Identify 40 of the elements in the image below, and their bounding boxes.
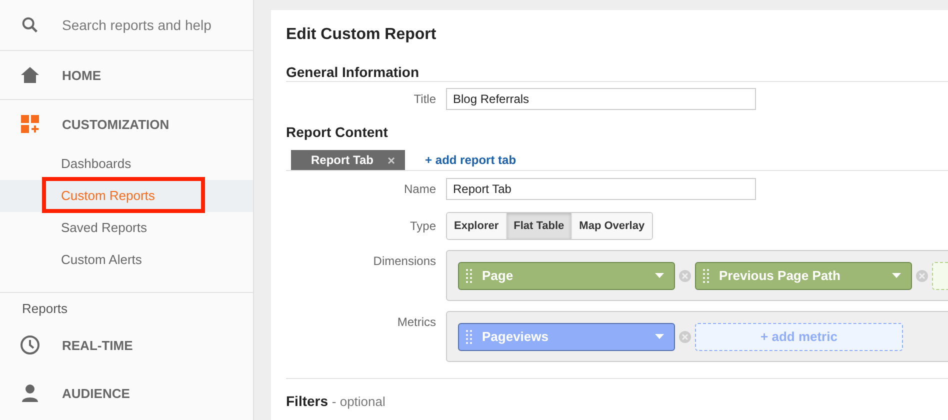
field-label: Type <box>408 219 436 233</box>
search-field[interactable]: Search reports and help <box>62 17 232 33</box>
remove-icon[interactable] <box>679 330 691 342</box>
drag-handle-icon[interactable] <box>466 330 472 344</box>
section-heading: Report Content <box>286 123 389 142</box>
field-label: Metrics <box>396 314 436 329</box>
add-tab-link[interactable]: + add report tab <box>425 153 516 170</box>
person-icon <box>20 383 40 403</box>
clock-icon <box>20 335 40 355</box>
caret-icon[interactable] <box>655 334 664 339</box>
home-icon <box>20 66 40 84</box>
section-heading: General Information <box>286 63 420 81</box>
sidebar-item[interactable]: Custom Alerts <box>0 244 253 276</box>
nav-item[interactable]: HOME <box>62 68 101 82</box>
remove-icon[interactable] <box>679 270 691 282</box>
type-button[interactable]: Map Overlay <box>572 213 652 239</box>
optional-note: - optional <box>332 394 386 409</box>
sidebar-item[interactable]: Dashboards <box>0 148 253 180</box>
section-heading: Filters <box>286 393 328 409</box>
caret-icon[interactable] <box>655 273 664 278</box>
nav-item[interactable]: CUSTOMIZATION <box>62 116 170 132</box>
grid-plus-icon <box>20 114 40 134</box>
close-icon[interactable]: × <box>387 152 396 168</box>
field-label: Name <box>402 182 436 196</box>
caret-icon[interactable] <box>892 273 901 278</box>
name-field[interactable]: Report Tab <box>446 178 756 200</box>
sidebar-item[interactable]: Saved Reports <box>0 212 253 244</box>
nav-item[interactable]: AUDIENCE <box>62 386 130 400</box>
field-label: Dimensions <box>372 253 436 268</box>
field-label: Title <box>412 92 436 106</box>
drag-handle-icon[interactable] <box>466 268 472 282</box>
nav-item[interactable]: REAL-TIME <box>62 338 133 352</box>
report-tab[interactable]: Report Tab × <box>291 150 406 170</box>
search-icon[interactable] <box>20 15 40 35</box>
page-title: Edit Custom Report <box>286 25 438 45</box>
drag-handle-icon[interactable] <box>703 268 709 282</box>
type-button[interactable]: Flat Table <box>506 213 572 239</box>
title-field[interactable]: Blog Referrals <box>446 88 756 110</box>
remove-icon[interactable] <box>916 270 928 282</box>
type-button[interactable]: Explorer <box>447 213 507 239</box>
